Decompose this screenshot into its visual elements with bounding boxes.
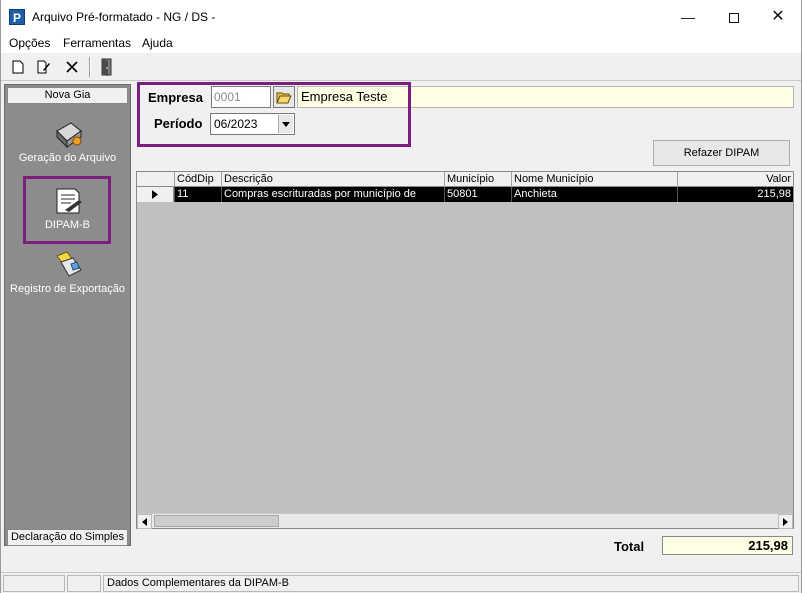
total-value: 215,98 (662, 536, 793, 555)
status-cell-empty-1 (3, 575, 65, 592)
scroll-thumb[interactable] (154, 515, 279, 527)
edit-document-button[interactable] (34, 57, 54, 77)
menu-opcoes[interactable]: Opções (9, 36, 50, 50)
nav-item-label: Registro de Exportação (10, 283, 125, 295)
app-icon: P (9, 9, 25, 25)
cell-nome-municipio[interactable]: Anchieta (511, 187, 677, 202)
exit-door-icon (101, 58, 112, 76)
grid-header-descricao[interactable]: Descrição (221, 172, 444, 187)
toolbar-separator (89, 57, 91, 77)
nav-header-nova-gia[interactable]: Nova Gia (7, 87, 128, 104)
nav-footer-declaracao-simples[interactable]: Declaração do Simples (7, 529, 128, 546)
filter-highlight-box (137, 82, 411, 147)
delete-button[interactable] (62, 57, 82, 77)
refazer-dipam-button[interactable]: Refazer DIPAM (653, 140, 790, 166)
new-document-icon (12, 60, 24, 74)
cell-descricao[interactable]: Compras escrituradas por município de (221, 187, 444, 202)
title-bar: P Arquivo Pré-formatado - NG / DS - — ✕ (1, 0, 801, 34)
row-pointer-icon (152, 190, 158, 199)
new-document-button[interactable] (8, 57, 28, 77)
cell-coddip[interactable]: 11 (174, 187, 221, 202)
grid-header-municipio[interactable]: Município (444, 172, 511, 187)
nav-panel: Nova Gia Geração do Arquivo DIPAM-B Regi… (4, 84, 131, 546)
grid-header-valor[interactable]: Valor (677, 172, 793, 187)
menu-ferramentas[interactable]: Ferramentas (63, 36, 131, 50)
cell-municipio[interactable]: 50801 (444, 187, 511, 202)
nav-item-geracao-arquivo[interactable]: Geração do Arquivo (5, 119, 130, 164)
menu-ajuda[interactable]: Ajuda (142, 36, 173, 50)
grid-header-indicator (137, 172, 174, 187)
nav-item-label: Geração do Arquivo (18, 152, 117, 164)
row-indicator (137, 187, 174, 202)
edit-document-icon (37, 60, 50, 74)
table-row[interactable]: 11 Compras escrituradas por município de… (137, 187, 793, 202)
scroll-left-icon[interactable] (137, 514, 152, 529)
grid-header-coddip[interactable]: CódDip (174, 172, 221, 187)
maximize-icon (729, 13, 739, 24)
cell-valor[interactable]: 215,98 (677, 187, 793, 202)
app-window: P Arquivo Pré-formatado - NG / DS - — ✕ … (0, 0, 802, 593)
nav-item-registro-exportacao[interactable]: Registro de Exportação (5, 250, 130, 295)
window-title: Arquivo Pré-formatado - NG / DS - (32, 10, 216, 24)
status-cell-empty-2 (67, 575, 101, 592)
export-register-icon (55, 251, 82, 277)
file-generation-icon (55, 122, 82, 149)
grid-header-nome-municipio[interactable]: Nome Município (511, 172, 677, 187)
dipam-grid: CódDip Descrição Município Nome Municípi… (136, 171, 794, 529)
close-button[interactable]: ✕ (755, 0, 801, 34)
scroll-right-icon[interactable] (778, 514, 793, 529)
dipam-highlight-box (23, 176, 111, 244)
total-label: Total (614, 539, 645, 554)
main-content: Empresa 0001 Empresa Teste Período 06/20… (134, 82, 800, 570)
status-message: Dados Complementares da DIPAM-B (103, 575, 799, 592)
menu-bar: Opções Ferramentas Ajuda (1, 34, 801, 53)
horizontal-scrollbar[interactable] (137, 513, 793, 529)
exit-button[interactable] (97, 57, 117, 77)
delete-icon (66, 61, 78, 73)
minimize-button[interactable]: — (665, 0, 711, 34)
maximize-button[interactable] (711, 0, 757, 34)
toolbar (1, 53, 801, 81)
grid-header: CódDip Descrição Município Nome Municípi… (137, 172, 793, 187)
status-bar: Dados Complementares da DIPAM-B (1, 572, 801, 593)
